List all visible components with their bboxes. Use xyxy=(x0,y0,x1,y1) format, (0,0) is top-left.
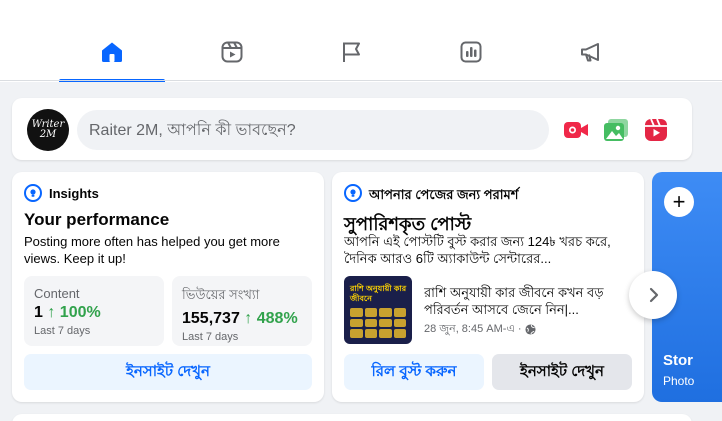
stat-label: Content xyxy=(34,286,80,301)
reco-description: আপনি এই পোস্টটি বুস্ট করার জন্য 124৳ খরচ… xyxy=(344,234,611,266)
reel-button[interactable] xyxy=(643,117,669,143)
tab-divider xyxy=(0,80,722,81)
live-video-icon xyxy=(564,122,588,138)
stories-title: Stor xyxy=(663,352,693,369)
stat-content: Content 1 ↑ 100% Last 7 days xyxy=(24,276,164,346)
globe-icon xyxy=(524,324,536,335)
lightbulb-icon xyxy=(24,184,42,202)
insights-kicker: Insights xyxy=(49,186,99,201)
tab-page[interactable] xyxy=(299,26,405,82)
post-timestamp: 28 জুন, 8:45 AM-এ · xyxy=(424,323,522,335)
reco-insights-button[interactable]: ইনসাইট দেখুন xyxy=(492,354,632,390)
stories-subtitle: Photo xyxy=(663,374,695,388)
home-icon xyxy=(102,42,122,62)
stat-period: Last 7 days xyxy=(34,325,91,337)
flag-icon xyxy=(343,42,360,62)
view-insights-button[interactable]: ইনসাইট দেখুন xyxy=(24,354,312,390)
insights-card: Insights Your performance Posting more o… xyxy=(12,172,324,402)
reco-kicker: আপনার পেজের জন্য পরামর্শ xyxy=(369,187,519,202)
megaphone-icon xyxy=(581,43,599,62)
avatar[interactable]: Writer 2M xyxy=(27,109,69,151)
stat-value-row: 155,737 ↑ 488% xyxy=(182,310,302,328)
thumbnail-graphic xyxy=(350,308,406,338)
reels-icon xyxy=(221,41,243,63)
stat-value-row: 1 ↑ 100% xyxy=(34,304,154,322)
stat-label: ভিউয়ের সংখ্যা xyxy=(182,287,260,302)
avatar-logo-text: Writer 2M xyxy=(31,119,65,140)
tab-home[interactable] xyxy=(59,26,165,82)
insights-title: Your performance xyxy=(24,210,170,229)
live-video-button[interactable] xyxy=(563,117,589,143)
stat-period: Last 7 days xyxy=(182,331,239,343)
composer-input[interactable]: Raiter 2M, আপনি কী ভাবছেন? xyxy=(77,110,549,150)
lightbulb-icon xyxy=(344,184,362,202)
tab-reels[interactable] xyxy=(179,26,285,82)
photo-button[interactable] xyxy=(603,117,629,143)
plus-icon[interactable]: + xyxy=(664,187,694,217)
boost-reel-button[interactable]: রিল বুস্ট করুন xyxy=(344,354,484,390)
chevron-right-icon xyxy=(649,287,659,303)
recommended-post-card: আপনার পেজের জন্য পরামর্শ সুপারিশকৃত পোস্… xyxy=(332,172,644,402)
insights-description: Posting more often has helped you get mo… xyxy=(24,234,280,266)
stat-value: 1 xyxy=(34,304,43,321)
post-thumbnail[interactable]: রাশি অনুযায়ী কার জীবনে xyxy=(344,276,412,344)
reel-icon xyxy=(645,118,667,141)
post-meta: 28 জুন, 8:45 AM-এ · xyxy=(424,320,536,339)
post-composer: Writer 2M Raiter 2M, আপনি কী ভাবছেন? xyxy=(12,98,692,160)
stat-views: ভিউয়ের সংখ্যা 155,737 ↑ 488% Last 7 day… xyxy=(172,276,312,346)
stat-value: 155,737 xyxy=(182,310,240,327)
stat-change: ↑ 488% xyxy=(244,310,298,327)
thumbnail-caption: রাশি অনুযায়ী কার জীবনে xyxy=(350,284,407,303)
post-text[interactable]: রাশি অনুযায়ী কার জীবনে কখন বড় পরিবর্তন… xyxy=(424,284,634,318)
carousel-next-button[interactable] xyxy=(629,271,677,319)
bar-chart-icon xyxy=(460,41,482,63)
top-tab-bar xyxy=(0,0,722,82)
tab-insights[interactable] xyxy=(418,26,524,82)
next-feed-card xyxy=(12,414,692,421)
tab-ads[interactable] xyxy=(538,26,644,82)
photo-icon xyxy=(604,119,628,141)
stat-change: ↑ 100% xyxy=(47,304,101,321)
